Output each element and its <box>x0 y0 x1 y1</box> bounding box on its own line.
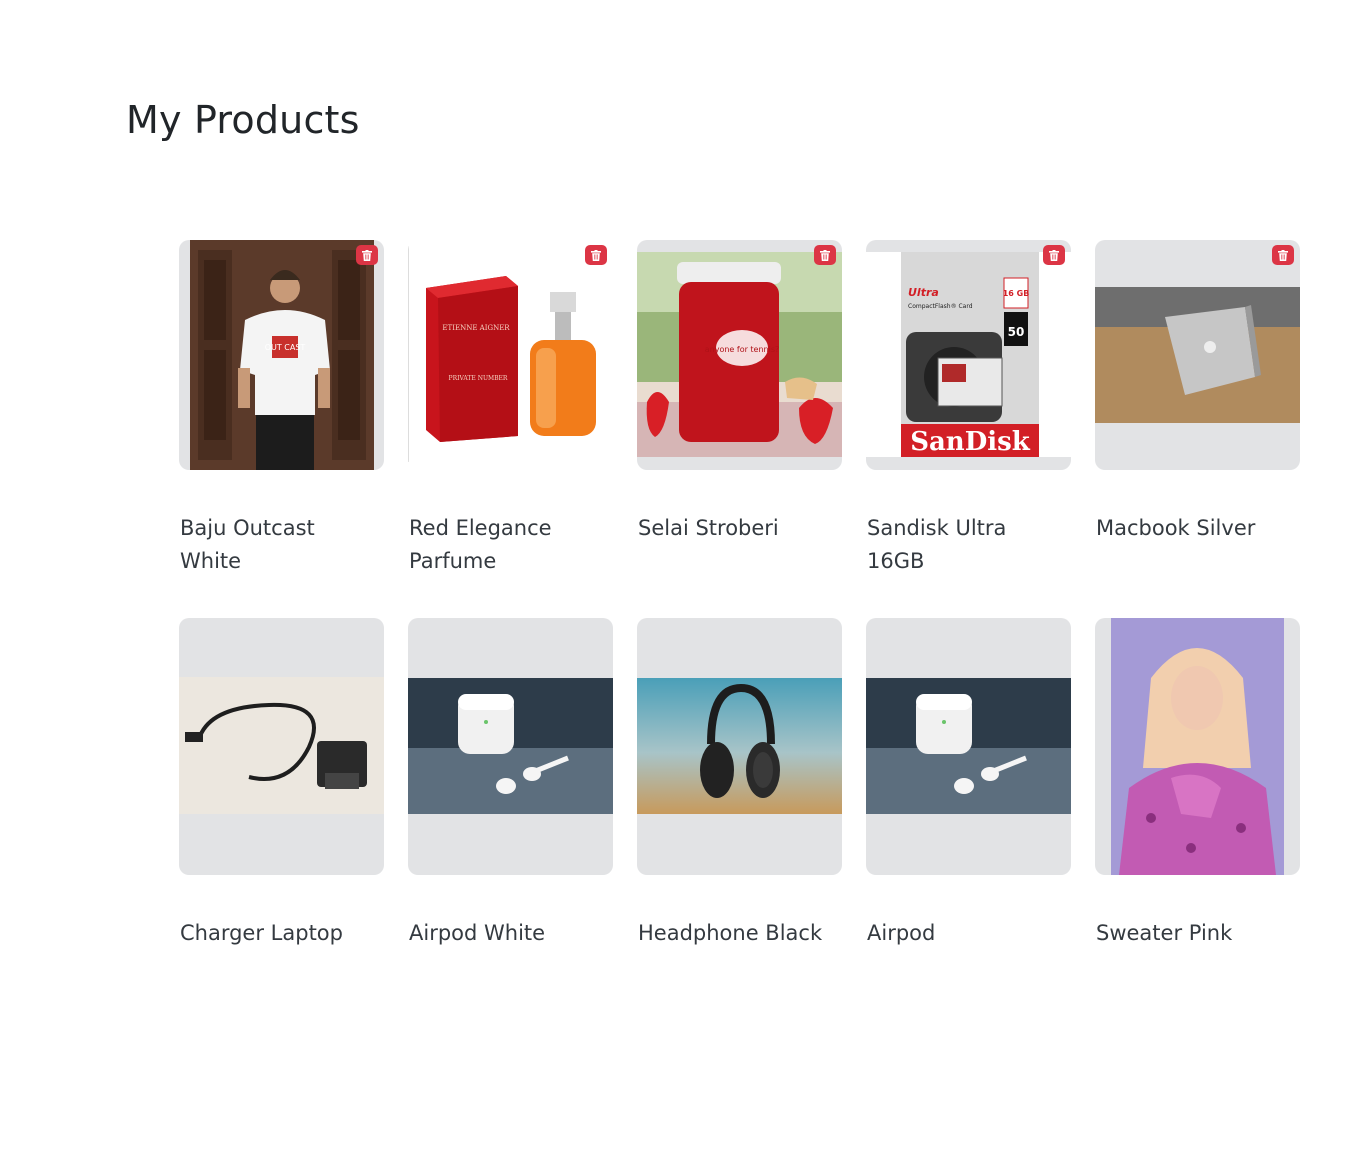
delete-button[interactable] <box>1272 245 1294 265</box>
sandisk-brand-text: SanDisk <box>910 427 1031 457</box>
product-thumbnail[interactable] <box>408 618 613 875</box>
product-name[interactable]: Selai Stroberi <box>638 512 838 545</box>
airpods-image <box>866 678 1071 814</box>
delete-button[interactable] <box>814 245 836 265</box>
product-name[interactable]: Airpod <box>867 917 1067 950</box>
strawberry-jam-image: anyone for tennis? <box>637 252 842 457</box>
perfume-brand-text: ETIENNE AIGNER <box>442 324 510 332</box>
page-title: My Products <box>126 98 360 142</box>
tshirt-print-text: OUT CAST <box>265 343 306 352</box>
product-thumbnail[interactable]: Ultra CompactFlash® Card 16 GB 50 SanDis… <box>866 240 1071 470</box>
airpods-image <box>408 678 613 814</box>
sandisk-card-image: Ultra CompactFlash® Card 16 GB 50 SanDis… <box>866 252 1071 457</box>
sandisk-capacity-text: 16 GB <box>1003 289 1030 298</box>
product-card[interactable]: Ultra CompactFlash® Card 16 GB 50 SanDis… <box>866 240 1071 573</box>
trash-icon <box>591 249 601 261</box>
headphone-image <box>637 678 842 814</box>
product-name[interactable]: Airpod White <box>409 917 609 950</box>
product-thumbnail[interactable] <box>179 618 384 875</box>
product-thumbnail[interactable]: OUT CAST <box>179 240 384 470</box>
product-card[interactable]: ETIENNE AIGNER PRIVATE NUMBER Red Elegan… <box>408 240 613 573</box>
sandisk-cf-text: CompactFlash® Card <box>908 303 973 310</box>
product-name[interactable]: Baju Outcast White <box>180 512 380 578</box>
macbook-image <box>1095 287 1300 423</box>
product-name[interactable]: Sandisk Ultra 16GB <box>867 512 1067 578</box>
product-card[interactable]: Headphone Black <box>637 618 842 945</box>
person-tshirt-image: OUT CAST <box>190 240 374 470</box>
person-sweater-image <box>1111 618 1284 875</box>
trash-icon <box>820 249 830 261</box>
delete-button[interactable] <box>585 245 607 265</box>
product-card[interactable]: Macbook Silver <box>1095 240 1300 540</box>
product-name[interactable]: Sweater Pink <box>1096 917 1296 950</box>
product-card[interactable]: anyone for tennis? Selai Stroberi <box>637 240 842 540</box>
sandisk-speed-text: 50 <box>1008 325 1025 339</box>
product-thumbnail[interactable] <box>866 618 1071 875</box>
perfume-bottle-image: ETIENNE AIGNER PRIVATE NUMBER <box>408 240 613 470</box>
product-card[interactable]: OUT CAST Baju Outcast White <box>179 240 384 573</box>
delete-button[interactable] <box>1043 245 1065 265</box>
product-thumbnail[interactable] <box>1095 240 1300 470</box>
product-name[interactable]: Macbook Silver <box>1096 512 1296 545</box>
trash-icon <box>1049 249 1059 261</box>
product-card[interactable]: Charger Laptop <box>179 618 384 945</box>
product-thumbnail[interactable]: ETIENNE AIGNER PRIVATE NUMBER <box>408 240 613 470</box>
product-card[interactable]: Airpod <box>866 618 1071 945</box>
perfume-name-text: PRIVATE NUMBER <box>449 375 508 382</box>
product-thumbnail[interactable]: anyone for tennis? <box>637 240 842 470</box>
product-card[interactable]: Airpod White <box>408 618 613 945</box>
product-name[interactable]: Red Elegance Parfume <box>409 512 609 578</box>
product-thumbnail[interactable] <box>1095 618 1300 875</box>
product-name[interactable]: Headphone Black <box>638 917 838 950</box>
jar-label-text: anyone for tennis? <box>705 345 780 354</box>
product-name[interactable]: Charger Laptop <box>180 917 380 950</box>
sandisk-ultra-text: Ultra <box>908 286 939 299</box>
delete-button[interactable] <box>356 245 378 265</box>
charger-cable-image <box>179 677 384 814</box>
trash-icon <box>1278 249 1288 261</box>
product-thumbnail[interactable] <box>637 618 842 875</box>
product-card[interactable]: Sweater Pink <box>1095 618 1300 945</box>
trash-icon <box>362 249 372 261</box>
